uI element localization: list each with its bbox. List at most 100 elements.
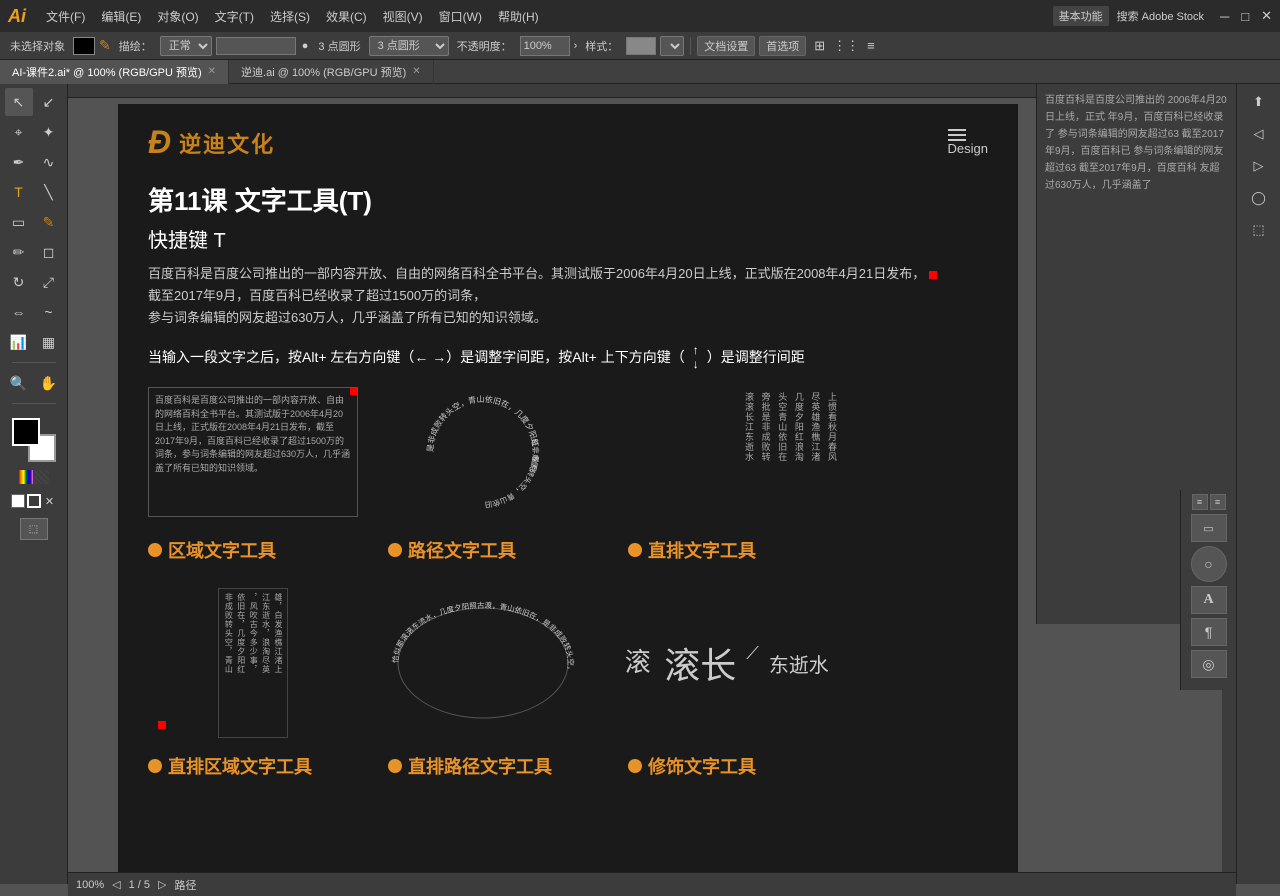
right-icon-3[interactable]: ▷ (1245, 152, 1273, 180)
mini-circle-2[interactable]: ◎ (1191, 650, 1227, 678)
direct-select-tool[interactable]: ↙ (35, 88, 63, 116)
opacity-arrow[interactable]: › (574, 40, 578, 52)
logo-text: 逆迪文化 (179, 127, 275, 159)
minimize-button[interactable]: ─ (1220, 9, 1229, 24)
circle-text-svg: 是非成败转头空，青山依旧在，几度夕阳红，秋月 是非成败转头空，青山依旧 (383, 387, 583, 517)
menu-file[interactable]: 文件(F) (38, 8, 93, 25)
bottom-demo-section: 非成败转头空，青山 依旧在，几度夕阳红 ，风吹古今多少事， 江东逝水，浪淘尽英 … (148, 583, 988, 743)
status-next-btn[interactable]: ▷ (158, 878, 166, 891)
rotate-tool[interactable]: ↻ (5, 268, 33, 296)
graph-tool[interactable]: 📊 (5, 328, 33, 356)
tab-ai-course[interactable]: AI-课件2.ai* @ 100% (RGB/GPU 预览) ✕ (0, 60, 229, 84)
menu-text[interactable]: 文字(T) (207, 8, 262, 25)
menu-line-1 (948, 129, 966, 131)
mini-rect-1[interactable]: ▭ (1191, 514, 1227, 542)
toolbar-arrange-icon[interactable]: ⊞ (814, 38, 825, 54)
brush-preview (216, 37, 296, 55)
select-tool[interactable]: ↖ (5, 88, 33, 116)
line-tool[interactable]: ╲ (35, 178, 63, 206)
color-selector[interactable] (12, 418, 56, 462)
right-mini-panel: ≡ ≡ ▭ ○ A ¶ ◎ (1180, 490, 1236, 690)
menu-view[interactable]: 视图(V) (375, 8, 431, 25)
deco-char-3: ⟋ (746, 643, 759, 664)
right-icon-5[interactable]: ⬚ (1245, 216, 1273, 244)
pen-tool[interactable]: ✒ (5, 148, 33, 176)
red-marker (929, 271, 937, 279)
brush-select[interactable]: 3 点圆形 (369, 36, 449, 56)
menu-effect[interactable]: 效果(C) (318, 8, 375, 25)
mini-A-icon[interactable]: A (1191, 586, 1227, 614)
tab-close-1[interactable]: ✕ (208, 66, 216, 77)
fill-mode-none[interactable]: ✕ (43, 494, 57, 508)
toolbar: 未选择对象 ✎ 描绘： 正常内部背面 ● 3 点圆形 3 点圆形 不透明度： ›… (0, 32, 1280, 60)
scale-tool[interactable]: ⤢ (35, 268, 63, 296)
fill-mode-fill[interactable] (11, 494, 25, 508)
deco-char-1: 滚 (617, 648, 654, 678)
toolbar-menu-icon[interactable]: ≡ (867, 38, 875, 53)
mini-circle-1[interactable]: ○ (1191, 546, 1227, 582)
status-prev-btn[interactable]: ◁ (112, 878, 120, 891)
vert-area-col-1: 非成败转头空，青山 (223, 593, 233, 733)
doc-settings-button[interactable]: 文档设置 (697, 36, 755, 56)
slide-content: 第11课 文字工具(T) 快捷键 T 百度百科是百度公司推出的一部内容开放、自由… (118, 171, 1018, 799)
fill-mode-stroke[interactable] (27, 494, 41, 508)
lasso-tool[interactable]: ⌖ (5, 118, 33, 146)
vertical-col-6: 上惯看秋月春风 (825, 392, 838, 512)
menu-select[interactable]: 选择(S) (262, 8, 318, 25)
stroke-color-box[interactable] (73, 37, 95, 55)
paintbrush-tool[interactable]: ✎ (35, 208, 63, 236)
brush-tool-icon[interactable]: ✎ (99, 37, 111, 54)
mini-btn-1[interactable]: ≡ (1192, 494, 1208, 510)
opacity-input[interactable] (520, 36, 570, 56)
path-text-demo: 是非成败转头空，青山依旧在，几度夕阳红，秋月 是非成败转头空，青山依旧 (378, 387, 588, 517)
curvature-tool[interactable]: ∿ (35, 148, 63, 176)
foreground-color-box[interactable] (12, 418, 40, 446)
tab-nidi[interactable]: 逆迪.ai @ 100% (RGB/GPU 预览) ✕ (229, 60, 434, 84)
bar-chart-tool[interactable]: ▦ (35, 328, 63, 356)
rect-tool[interactable]: ▭ (5, 208, 33, 236)
hand-tool[interactable]: ✋ (35, 369, 63, 397)
right-icon-4[interactable]: ◯ (1245, 184, 1273, 212)
vertical-col-3: 头空青山依旧在 (776, 392, 789, 512)
gradient-swatch[interactable] (19, 470, 33, 484)
toolbar-more-icon[interactable]: ⋮⋮ (833, 38, 859, 54)
style-select[interactable]: ▼ (660, 36, 684, 56)
vertical-area-box: 非成败转头空，青山 依旧在，几度夕阳红 ，风吹古今多少事， 江东逝水，浪淘尽英 … (218, 588, 288, 738)
type-tool[interactable]: T (5, 178, 33, 206)
shortcut-desc: 当输入一段文字之后，按Alt+ 左右方向键（← →）是调整字间距，按Alt+ 上… (148, 343, 988, 371)
none-swatch[interactable] (35, 470, 49, 484)
tool-labels-row: 区域文字工具 路径文字工具 直排文字工具 (148, 537, 988, 563)
pencil-tool[interactable]: ✏ (5, 238, 33, 266)
eraser-tool[interactable]: ◻ (35, 238, 63, 266)
close-button[interactable]: ✕ (1261, 8, 1272, 24)
draw-mode-select[interactable]: 正常内部背面 (160, 36, 212, 56)
width-tool[interactable]: ⇔ (5, 298, 33, 326)
style-label: 样式： (581, 38, 622, 54)
mini-btn-2[interactable]: ≡ (1210, 494, 1226, 510)
right-icon-1[interactable]: ⬆ (1245, 88, 1273, 116)
brush-size-label: 3 点圆形 (314, 38, 364, 54)
mini-para-icon[interactable]: ¶ (1191, 618, 1227, 646)
tab-close-2[interactable]: ✕ (412, 66, 420, 77)
up-down-arrows: ↑↓ (693, 343, 699, 371)
vertical-path-demo: 恰似那滚滚东流水，几度夕阳照古渡，青山依旧在，是非成败转头空， (378, 583, 588, 743)
demo-section: 百度百科是百度公司推出的一部内容开放、自由的网络百科全书平台。其测试版于2006… (148, 387, 988, 517)
menu-window[interactable]: 窗口(W) (431, 8, 490, 25)
menu-object[interactable]: 对象(O) (149, 8, 206, 25)
artboard-tool[interactable]: ⬚ (20, 518, 48, 540)
zoom-tool[interactable]: 🔍 (5, 369, 33, 397)
menu-help[interactable]: 帮助(H) (490, 8, 547, 25)
zoom-level[interactable]: 100% (76, 879, 104, 891)
menu-edit[interactable]: 编辑(E) (93, 8, 149, 25)
magic-wand-tool[interactable]: ✦ (35, 118, 63, 146)
preferences-button[interactable]: 首选项 (759, 36, 806, 56)
maximize-button[interactable]: □ (1241, 9, 1249, 24)
workspace-selector[interactable]: 基本功能 (1053, 6, 1109, 26)
warp-tool[interactable]: ~ (35, 298, 63, 326)
orange-dot-3 (628, 543, 642, 557)
hamburger-menu[interactable] (948, 129, 988, 141)
bottom-labels-row: 直排区域文字工具 直排路径文字工具 修饰文字工具 (148, 753, 988, 779)
svg-text:恰似那滚滚东流水，几度夕阳照古渡，青山依旧在，是非成败转头空: 恰似那滚滚东流水，几度夕阳照古渡，青山依旧在，是非成败转头空， (390, 600, 576, 675)
search-adobe-stock[interactable]: 搜索 Adobe Stock (1117, 8, 1204, 24)
right-icon-2[interactable]: ◁ (1245, 120, 1273, 148)
